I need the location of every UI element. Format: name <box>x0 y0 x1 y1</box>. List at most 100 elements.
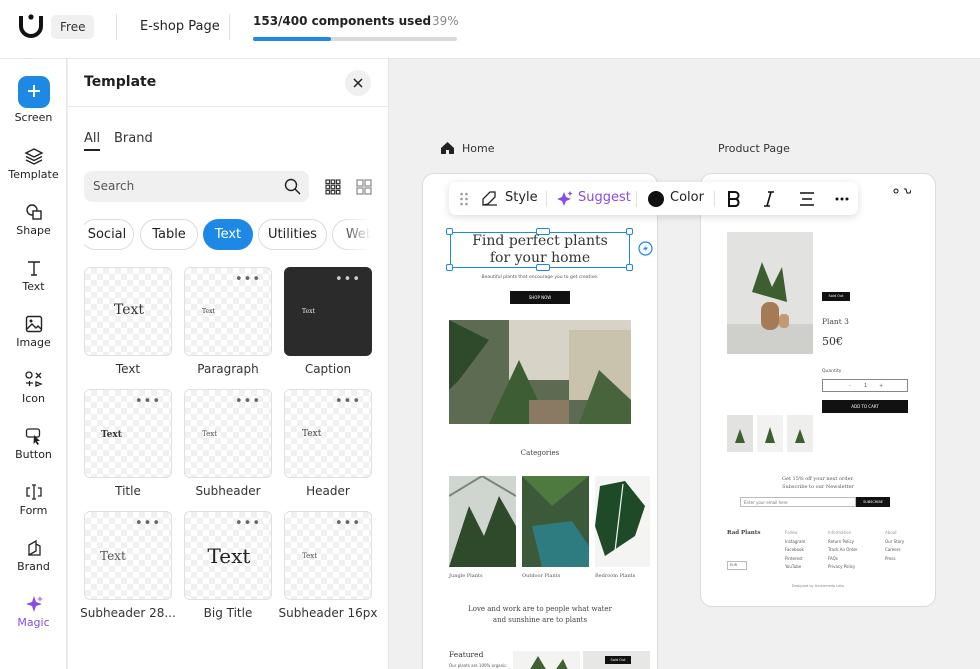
tab-all[interactable]: All <box>84 131 101 151</box>
card-label: Text <box>115 362 141 376</box>
template-card-subheader-16[interactable]: ••• Text <box>284 511 372 600</box>
footer-link[interactable]: Privacy Policy <box>828 563 858 572</box>
featured-photo[interactable] <box>513 651 580 669</box>
align-center-icon[interactable] <box>799 192 815 206</box>
card-preview: Text <box>202 308 215 315</box>
rail-icon[interactable]: Icon <box>0 370 67 405</box>
italic-icon[interactable] <box>763 191 775 207</box>
more-icon[interactable]: ••• <box>235 272 261 287</box>
resize-handle[interactable] <box>626 264 633 271</box>
footer-link[interactable]: FAQs <box>828 555 858 564</box>
qty-plus[interactable]: + <box>879 383 883 389</box>
search-field[interactable]: Search <box>84 171 309 202</box>
more-icon[interactable]: ••• <box>335 272 361 287</box>
more-icon[interactable]: ••• <box>135 394 161 409</box>
footer-link[interactable]: Facebook <box>785 546 805 555</box>
chip-table[interactable]: Table <box>140 219 198 250</box>
large-grid-icon[interactable] <box>356 179 372 195</box>
chip-utilities[interactable]: Utilities <box>258 219 327 250</box>
close-panel-button[interactable] <box>345 70 371 96</box>
resize-handle[interactable] <box>446 228 453 235</box>
more-options-icon[interactable] <box>835 197 849 201</box>
resize-handle[interactable] <box>536 228 550 235</box>
newsletter-line: Get 15% off your next order. <box>781 476 855 482</box>
subscribe-button[interactable]: SUBSCRIBE <box>856 497 890 507</box>
selection-box[interactable] <box>450 232 630 268</box>
home-frame-label[interactable]: Home <box>462 142 494 155</box>
rail-template[interactable]: Template <box>0 146 67 181</box>
more-icon[interactable]: ••• <box>335 394 361 409</box>
category-photo-outdoor[interactable] <box>522 476 589 567</box>
rail-button[interactable]: Button <box>0 426 67 461</box>
template-card-paragraph[interactable]: ••• Text <box>184 267 272 356</box>
style-brush-icon[interactable] <box>481 190 499 207</box>
template-card-header[interactable]: ••• Text <box>284 389 372 478</box>
footer-link[interactable]: Pinterest <box>785 555 805 564</box>
rail-magic[interactable]: Magic <box>0 594 67 629</box>
style-button[interactable]: Style <box>505 190 538 205</box>
tab-brand[interactable]: Brand <box>114 131 153 146</box>
quote-line: and sunshine are to plants <box>492 616 588 624</box>
template-card-subheader[interactable]: ••• Text <box>184 389 272 478</box>
template-card-caption[interactable]: ••• Text <box>284 267 372 356</box>
design-canvas[interactable]: Home Product Page Find perfect plants for… <box>390 59 980 669</box>
resize-handle[interactable] <box>536 264 550 271</box>
add-element-icon[interactable] <box>638 241 653 256</box>
template-card-text[interactable]: Text <box>84 267 172 356</box>
drag-handle-icon[interactable] <box>459 192 469 206</box>
rail-shape[interactable]: Shape <box>0 202 67 237</box>
small-grid-icon[interactable] <box>325 179 341 195</box>
more-icon[interactable]: ••• <box>335 516 361 531</box>
resize-handle[interactable] <box>626 228 633 235</box>
shop-now-button[interactable]: SHOP NOW <box>510 291 570 304</box>
footer-link[interactable]: Instagram <box>785 538 805 547</box>
color-swatch[interactable] <box>648 191 664 207</box>
footer-link[interactable]: Careers <box>885 546 904 555</box>
footer-link[interactable]: Press <box>885 555 904 564</box>
quantity-stepper[interactable]: - 1 + <box>822 379 908 392</box>
newsletter-text: Get 15% off your next order. Subscribe to… <box>708 475 928 491</box>
rail-image[interactable]: Image <box>0 314 67 349</box>
category-photo-jungle[interactable] <box>449 476 516 567</box>
more-icon[interactable]: ••• <box>235 516 261 531</box>
bold-icon[interactable] <box>727 191 741 207</box>
home-icon <box>441 142 454 154</box>
rail-brand[interactable]: Brand <box>0 538 67 573</box>
layers-icon <box>23 148 44 165</box>
footer-column-follow: Follow Instagram Facebook Pinterest YouTube <box>785 529 805 572</box>
page-name[interactable]: E-shop Page <box>140 19 220 34</box>
app-logo-icon[interactable] <box>18 12 44 38</box>
more-icon[interactable]: ••• <box>235 394 261 409</box>
template-card-big-title[interactable]: ••• Text <box>184 511 272 600</box>
format-toolbar: Style Suggest Color <box>449 182 858 215</box>
footer-link[interactable]: Our Story <box>885 538 904 547</box>
category-photo-bedroom[interactable] <box>595 476 650 567</box>
footer-link[interactable]: Return Policy <box>828 538 858 547</box>
chip-social[interactable]: Social <box>84 219 134 250</box>
footer-link[interactable]: YouTube <box>785 563 805 572</box>
qty-minus[interactable]: - <box>849 383 851 389</box>
product-frame-label[interactable]: Product Page <box>718 142 790 155</box>
rail-screen[interactable]: Screen <box>0 76 67 124</box>
rail-text[interactable]: Text <box>0 258 67 293</box>
add-to-cart-button[interactable]: ADD TO CART <box>822 400 908 413</box>
product-price: 50€ <box>822 335 843 348</box>
rail-form[interactable]: Form <box>0 482 67 517</box>
product-thumbnails[interactable] <box>727 415 813 452</box>
currency-select[interactable]: EUR <box>727 561 747 570</box>
chip-text[interactable]: Text <box>203 219 253 250</box>
resize-handle[interactable] <box>446 264 453 271</box>
search-cart-icons[interactable] <box>893 188 911 195</box>
more-icon[interactable]: ••• <box>135 516 161 531</box>
toolbar-divider <box>546 191 547 207</box>
color-button[interactable]: Color <box>670 190 704 205</box>
suggest-button[interactable]: Suggest <box>578 190 631 205</box>
panel-divider <box>68 106 389 107</box>
product-screen[interactable]: Sold Out Plant 3 50€ Quantity - 1 + ADD … <box>708 181 928 599</box>
template-card-subheader-28[interactable]: ••• Text <box>84 511 172 600</box>
template-card-title[interactable]: ••• Text <box>84 389 172 478</box>
email-input[interactable]: Enter your email here <box>740 497 856 507</box>
add-screen-button[interactable] <box>17 76 50 108</box>
usage-progress-bar <box>253 37 457 41</box>
footer-link[interactable]: Track An Order <box>828 546 858 555</box>
